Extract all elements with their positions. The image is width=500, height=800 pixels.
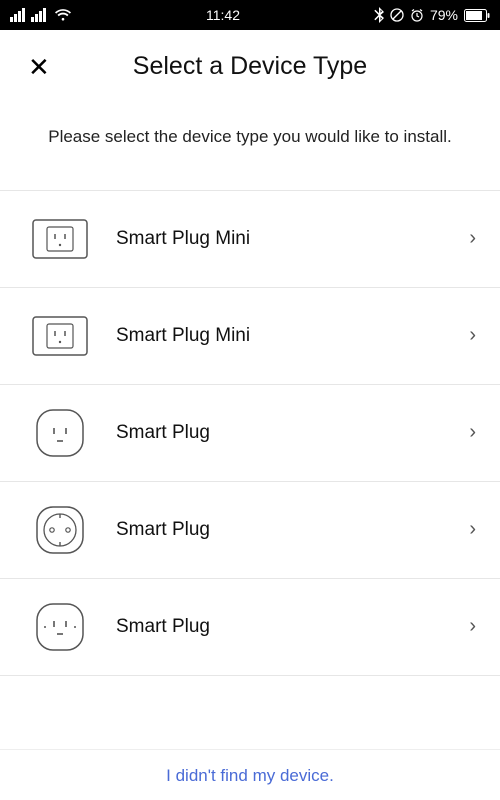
device-item-plug[interactable]: Smart Plug › <box>0 385 500 482</box>
status-right: 79% <box>374 7 490 23</box>
signal-icon <box>10 8 25 22</box>
plug-rect-icon <box>32 308 88 364</box>
device-item-label: Smart Plug Mini <box>88 228 469 250</box>
bluetooth-icon <box>374 7 384 23</box>
device-item-label: Smart Plug <box>88 616 469 638</box>
plug-round-us-icon <box>32 405 88 461</box>
device-item-label: Smart Plug <box>88 422 469 444</box>
device-item-plug-mini[interactable]: Smart Plug Mini › <box>0 288 500 385</box>
chevron-right-icon: › <box>469 227 476 250</box>
chevron-right-icon: › <box>469 615 476 638</box>
status-left <box>10 8 72 22</box>
plug-rect-icon <box>32 211 88 267</box>
plug-round-eu-icon <box>32 502 88 558</box>
plug-round-us-icon <box>32 599 88 655</box>
signal-icon <box>31 8 46 22</box>
device-item-label: Smart Plug <box>88 519 469 541</box>
page-subtitle: Please select the device type you would … <box>0 97 500 190</box>
header: ✕ Select a Device Type <box>0 30 500 97</box>
device-item-plug-mini[interactable]: Smart Plug Mini › <box>0 191 500 288</box>
chevron-right-icon: › <box>469 518 476 541</box>
close-icon: ✕ <box>28 52 50 82</box>
close-button[interactable]: ✕ <box>28 54 50 80</box>
not-found-link[interactable]: I didn't find my device. <box>0 749 500 800</box>
dnd-icon <box>390 8 404 22</box>
alarm-icon <box>410 8 424 22</box>
status-time: 11:42 <box>206 7 240 23</box>
page-title: Select a Device Type <box>24 52 476 81</box>
device-list: Smart Plug Mini › Smart Plug Mini › Smar… <box>0 190 500 676</box>
device-item-plug[interactable]: Smart Plug › <box>0 579 500 676</box>
wifi-icon <box>54 8 72 22</box>
battery-icon <box>464 9 490 22</box>
battery-percent: 79% <box>430 7 458 23</box>
chevron-right-icon: › <box>469 324 476 347</box>
device-item-label: Smart Plug Mini <box>88 325 469 347</box>
status-bar: 11:42 79% <box>0 0 500 30</box>
device-item-plug[interactable]: Smart Plug › <box>0 482 500 579</box>
chevron-right-icon: › <box>469 421 476 444</box>
